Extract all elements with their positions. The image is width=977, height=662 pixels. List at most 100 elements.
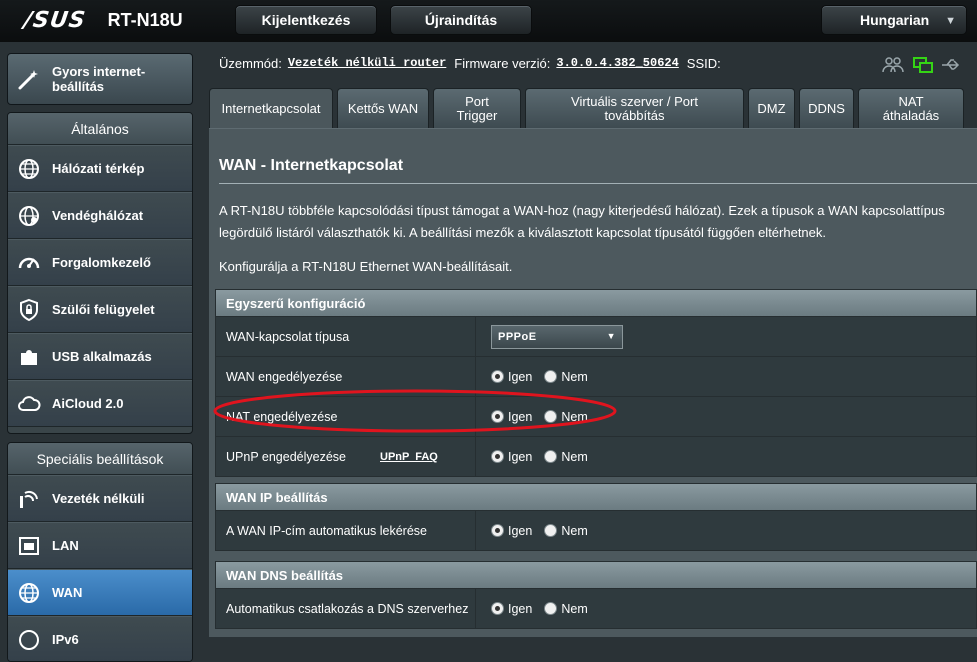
wan-dns-section: WAN DNS beállítás Automatikus csatlakozá… bbox=[215, 561, 977, 629]
quick-internet-setup-button[interactable]: Gyors internet-beállítás bbox=[7, 53, 193, 105]
wifi-icon bbox=[16, 486, 42, 512]
enable-nat-yes-radio[interactable] bbox=[491, 410, 504, 423]
internet-status-icon[interactable] bbox=[912, 55, 934, 75]
sidebar-item-guest-network[interactable]: Vendéghálózat bbox=[8, 192, 192, 239]
auto-ip-row: A WAN IP-cím automatikus lekérése Igen N… bbox=[216, 511, 976, 550]
auto-dns-no-radio[interactable] bbox=[544, 602, 558, 615]
mode-value-link[interactable]: Vezeték nélküli router bbox=[288, 56, 446, 70]
sidebar-item-label: LAN bbox=[52, 538, 79, 553]
sidebar-item-usb-application[interactable]: USB alkalmazás bbox=[8, 333, 192, 380]
upnp-faq-link[interactable]: UPnP FAQ bbox=[380, 451, 438, 463]
enable-upnp-row: UPnP engedélyezése UPnP FAQ Igen Nem bbox=[216, 437, 976, 476]
sidebar-item-network-map[interactable]: Hálózati térkép bbox=[8, 145, 192, 192]
enable-wan-yes-radio[interactable] bbox=[491, 370, 504, 383]
sidebar-item-label: USB alkalmazás bbox=[52, 349, 152, 364]
enable-wan-row: WAN engedélyezése Igen Nem bbox=[216, 357, 976, 397]
tab-internet-connection[interactable]: Internetkapcsolat bbox=[209, 88, 333, 129]
firmware-value-link[interactable]: 3.0.0.4.382_50624 bbox=[556, 56, 678, 70]
wan-ip-section: WAN IP beállítás A WAN IP-cím automatiku… bbox=[215, 483, 977, 551]
option-yes-label: Igen bbox=[508, 523, 533, 538]
enable-nat-label: NAT engedélyezése bbox=[216, 397, 476, 436]
sidebar-item-label: Vendéghálózat bbox=[52, 208, 144, 223]
tab-port-trigger[interactable]: Port Trigger bbox=[433, 88, 521, 128]
sidebar-item-ipv6[interactable]: IPv6 bbox=[8, 616, 192, 661]
globe-icon bbox=[16, 580, 42, 606]
wan-type-label: WAN-kapcsolat típusa bbox=[216, 317, 476, 356]
sidebar: Gyors internet-beállítás Általános Hálóz… bbox=[0, 42, 200, 662]
wan-type-select[interactable]: PPPoE ▼ bbox=[491, 324, 623, 349]
tab-dmz[interactable]: DMZ bbox=[748, 88, 795, 128]
sidebar-item-label: AiCloud 2.0 bbox=[52, 396, 124, 411]
cloud-icon bbox=[16, 391, 42, 417]
sidebar-item-aicloud[interactable]: AiCloud 2.0 bbox=[8, 380, 192, 427]
section-header: WAN IP beállítás bbox=[216, 484, 976, 511]
puzzle-icon bbox=[16, 344, 42, 370]
tab-ddns[interactable]: DDNS bbox=[799, 88, 854, 128]
enable-nat-row: NAT engedélyezése Igen Nem bbox=[216, 397, 976, 437]
option-no-label: Nem bbox=[561, 601, 588, 616]
general-menu-group: Általános Hálózati térkép Vendéghálózat … bbox=[7, 112, 193, 434]
sidebar-item-label: Szülői felügyelet bbox=[52, 302, 155, 317]
auto-ip-yes-radio[interactable] bbox=[491, 524, 504, 537]
globe-network-icon bbox=[16, 156, 42, 182]
lan-icon bbox=[16, 533, 42, 559]
clients-icon[interactable] bbox=[882, 55, 904, 75]
section-header: WAN DNS beállítás bbox=[216, 562, 976, 589]
sidebar-item-label: WAN bbox=[52, 585, 83, 600]
enable-upnp-yes-radio[interactable] bbox=[491, 450, 504, 463]
sidebar-item-parental-control[interactable]: Szülői felügyelet bbox=[8, 286, 192, 333]
language-value: Hungarian bbox=[860, 12, 930, 28]
option-no-label: Nem bbox=[561, 449, 588, 464]
sidebar-item-wan[interactable]: WAN bbox=[8, 569, 192, 616]
advanced-menu-group: Speciális beállítások Vezeték nélküli LA… bbox=[7, 442, 193, 662]
wand-icon bbox=[16, 66, 42, 92]
wan-type-value: PPPoE bbox=[498, 330, 537, 343]
logout-button[interactable]: Kijelentkezés bbox=[235, 5, 377, 35]
sidebar-item-label: Vezeték nélküli bbox=[52, 491, 145, 506]
title-divider bbox=[219, 183, 977, 184]
option-yes-label: Igen bbox=[508, 369, 533, 384]
parental-lock-icon bbox=[16, 297, 42, 323]
enable-wan-label: WAN engedélyezése bbox=[216, 357, 476, 396]
option-no-label: Nem bbox=[561, 369, 588, 384]
sidebar-item-label: Hálózati térkép bbox=[52, 161, 145, 176]
firmware-label: Firmware verzió: bbox=[454, 55, 551, 71]
enable-upnp-label: UPnP engedélyezése bbox=[226, 449, 346, 464]
page-title: WAN - Internetkapcsolat bbox=[219, 157, 404, 174]
tab-nat-passthrough[interactable]: NAT áthaladás bbox=[858, 88, 964, 128]
enable-wan-no-radio[interactable] bbox=[544, 370, 558, 383]
auto-ip-no-radio[interactable] bbox=[544, 524, 558, 537]
sidebar-item-wireless[interactable]: Vezeték nélküli bbox=[8, 475, 192, 522]
ssid-label: SSID: bbox=[686, 55, 721, 71]
auto-dns-label: Automatikus csatlakozás a DNS szerverhez bbox=[216, 589, 476, 628]
option-yes-label: Igen bbox=[508, 601, 533, 616]
section-header: Egyszerű konfiguráció bbox=[216, 290, 976, 317]
language-select[interactable]: Hungarian ▼ bbox=[821, 5, 967, 35]
model-name: RT-N18U bbox=[107, 9, 183, 30]
sidebar-item-traffic-manager[interactable]: Forgalomkezelő bbox=[8, 239, 192, 286]
chevron-down-icon: ▼ bbox=[606, 330, 616, 341]
brand-logo-text: /SUS bbox=[22, 7, 88, 33]
reboot-button[interactable]: Újraindítás bbox=[390, 5, 532, 35]
speedometer-icon bbox=[16, 250, 42, 276]
auto-ip-label: A WAN IP-cím automatikus lekérése bbox=[216, 511, 476, 550]
enable-upnp-label-cell: UPnP engedélyezése UPnP FAQ bbox=[216, 437, 476, 476]
enable-nat-no-radio[interactable] bbox=[544, 410, 558, 423]
ipv6-icon bbox=[16, 627, 42, 653]
advanced-group-title: Speciális beállítások bbox=[8, 443, 192, 475]
auto-dns-yes-radio[interactable] bbox=[491, 602, 504, 615]
usb-icon[interactable] bbox=[940, 55, 962, 75]
auto-dns-row: Automatikus csatlakozás a DNS szerverhez… bbox=[216, 589, 976, 628]
sidebar-item-lan[interactable]: LAN bbox=[8, 522, 192, 569]
option-yes-label: Igen bbox=[508, 449, 533, 464]
status-line: Üzemmód: Vezeték nélküli router Firmware… bbox=[219, 55, 721, 71]
globe-users-icon bbox=[16, 203, 42, 229]
tab-dual-wan[interactable]: Kettős WAN bbox=[337, 88, 429, 128]
enable-upnp-no-radio[interactable] bbox=[544, 450, 558, 463]
page-description: A RT-N18U többféle kapcsolódási típust t… bbox=[219, 203, 945, 240]
option-no-label: Nem bbox=[561, 409, 588, 424]
tab-virtual-server[interactable]: Virtuális szerver / Port továbbítás bbox=[525, 88, 744, 128]
chevron-down-icon: ▼ bbox=[945, 15, 956, 27]
option-yes-label: Igen bbox=[508, 409, 533, 424]
top-header: /SUS RT-N18U Kijelentkezés Újraindítás H… bbox=[0, 0, 977, 42]
